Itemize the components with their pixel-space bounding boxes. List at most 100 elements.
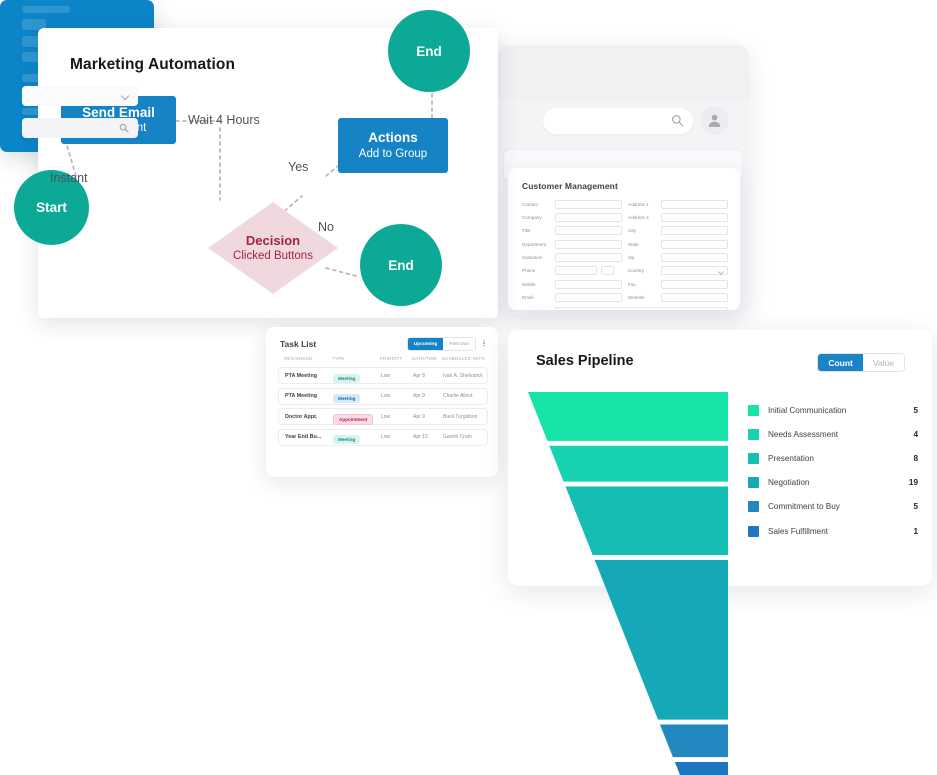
field-city: City bbox=[628, 226, 728, 236]
legend-item[interactable]: Sales Fulfillment 1 bbox=[748, 519, 918, 543]
legend-item[interactable]: Presentation 8 bbox=[748, 446, 918, 470]
sidebar-search-input[interactable] bbox=[22, 118, 138, 138]
table-row[interactable]: PTA Meeting Meeting Low Apr 8 Ivan A. Sh… bbox=[278, 367, 488, 384]
field-label: State bbox=[628, 241, 639, 247]
title-input[interactable] bbox=[555, 226, 622, 236]
global-search-input[interactable] bbox=[543, 108, 693, 134]
funnel-segment[interactable] bbox=[565, 486, 728, 555]
browser-topbar bbox=[497, 45, 749, 100]
cell-scheduled-with: Buck Turgidson bbox=[443, 413, 478, 420]
legend-swatch bbox=[748, 452, 759, 464]
field-label: Company bbox=[522, 214, 542, 220]
cell-regarding: Doctor Appt. bbox=[285, 413, 318, 420]
funnel-segment[interactable] bbox=[528, 392, 728, 441]
mobile-input[interactable] bbox=[555, 279, 622, 289]
legend-swatch bbox=[748, 501, 759, 513]
column-header-regarding: REGARDING bbox=[284, 356, 313, 361]
salutation-input[interactable] bbox=[555, 253, 622, 263]
legend-value: 19 bbox=[908, 478, 918, 488]
column-header-scheduled-with: SCHEDULED WITH bbox=[442, 356, 485, 361]
legend-label: Needs Assessment bbox=[768, 429, 839, 439]
node-label: Start bbox=[36, 200, 67, 215]
user-avatar[interactable] bbox=[700, 106, 729, 135]
flow-node-end-top[interactable]: End bbox=[388, 10, 470, 92]
status-badge: Meeting bbox=[333, 435, 361, 445]
legend-item[interactable]: Commitment to Buy 5 bbox=[748, 495, 918, 519]
field-label: Fax bbox=[628, 281, 636, 287]
funnel-segment[interactable] bbox=[594, 559, 728, 720]
task-table-body: PTA Meeting Meeting Low Apr 8 Ivan A. Sh… bbox=[278, 367, 488, 449]
cell-date: Apr 9 bbox=[413, 393, 425, 400]
field-label: City bbox=[628, 228, 636, 234]
legend-value: 5 bbox=[913, 405, 918, 415]
node-subtitle: Add to Group bbox=[358, 147, 428, 160]
tab-value[interactable]: Value bbox=[862, 354, 904, 371]
legend-value: 5 bbox=[913, 502, 918, 512]
tab-count[interactable]: Count bbox=[818, 354, 863, 371]
legend-item[interactable]: Needs Assessment 4 bbox=[748, 422, 918, 446]
task-filter-toggle: Upcoming Past Due bbox=[406, 337, 476, 351]
field-label: Email bbox=[522, 295, 534, 301]
company-input[interactable] bbox=[555, 212, 622, 222]
table-row[interactable]: Year End Bu... Meeting Low Apr 15 Gareth… bbox=[278, 428, 488, 446]
state-input[interactable] bbox=[661, 239, 728, 249]
pipeline-legend: Initial Communication 5 Needs Assessment 4 P… bbox=[748, 398, 918, 543]
placeholder-bar-5 bbox=[22, 74, 44, 82]
collage-stage: Customer Management Contact Company Titl… bbox=[0, 0, 937, 775]
page-title: Marketing Automation bbox=[70, 56, 236, 73]
table-row[interactable]: PTA Meeting Meeting Low Apr 9 Charlie Al… bbox=[278, 387, 488, 405]
column-header-type: TYPE bbox=[332, 356, 345, 361]
website-input[interactable] bbox=[661, 293, 728, 303]
cell-date: Apr 8 bbox=[413, 372, 425, 379]
phone-ext-input[interactable] bbox=[601, 266, 614, 276]
table-row[interactable]: Doctor Appt. Appointment Low Apr 9 Buck … bbox=[278, 408, 488, 426]
flow-node-end-bottom[interactable]: End bbox=[360, 224, 442, 306]
node-text: Decision Clicked Buttons bbox=[208, 202, 338, 294]
node-title: Decision bbox=[245, 232, 301, 248]
field-email: Email bbox=[522, 293, 622, 303]
flow-node-decision[interactable]: Decision Clicked Buttons bbox=[208, 202, 338, 294]
sales-pipeline-card: Sales Pipeline Count Value Initial Commu… bbox=[508, 330, 932, 775]
customer-management-card: Customer Management Contact Company Titl… bbox=[508, 168, 740, 310]
status-badge: Appointment bbox=[333, 413, 374, 425]
tab-past-due[interactable]: Past Due bbox=[443, 338, 475, 350]
field-state: State bbox=[628, 239, 728, 249]
field-label: Mobile bbox=[522, 281, 536, 287]
cell-type: Meeting bbox=[333, 428, 381, 446]
phone-input[interactable] bbox=[555, 266, 597, 276]
funnel-chart bbox=[528, 392, 728, 775]
legend-swatch bbox=[748, 477, 759, 489]
country-select[interactable] bbox=[661, 266, 728, 276]
cell-type: Meeting bbox=[333, 387, 381, 405]
task-list-title: Task List bbox=[280, 339, 317, 349]
field-address-1: Address 1 bbox=[628, 199, 728, 209]
field-last-results: Last Results bbox=[522, 306, 728, 310]
field-label: Phone bbox=[522, 268, 536, 274]
last-results-select[interactable] bbox=[555, 306, 728, 310]
field-country: Country bbox=[628, 266, 728, 276]
contact-input[interactable] bbox=[555, 199, 622, 209]
cell-regarding: PTA Meeting bbox=[285, 372, 318, 379]
cell-scheduled-with: Gareth Cram bbox=[443, 434, 472, 441]
field-label: Salutation bbox=[522, 255, 543, 261]
funnel-segment[interactable] bbox=[549, 445, 728, 482]
legend-item[interactable]: Negotiation 19 bbox=[748, 471, 918, 495]
tab-upcoming[interactable]: Upcoming bbox=[407, 338, 444, 350]
fax-input[interactable] bbox=[661, 279, 728, 289]
legend-item[interactable]: Initial Communication 5 bbox=[748, 398, 918, 422]
city-input[interactable] bbox=[661, 226, 728, 236]
department-input[interactable] bbox=[555, 239, 622, 249]
legend-label: Presentation bbox=[768, 453, 814, 463]
legend-label: Commitment to Buy bbox=[768, 502, 840, 512]
legend-value: 4 bbox=[913, 429, 918, 439]
sidebar-select[interactable] bbox=[22, 86, 138, 106]
zip-input[interactable] bbox=[661, 253, 728, 263]
funnel-segment[interactable] bbox=[659, 724, 728, 758]
flow-node-actions[interactable]: Actions Add to Group bbox=[338, 118, 448, 173]
email-input[interactable] bbox=[555, 293, 622, 303]
field-label: Last Results bbox=[522, 309, 555, 311]
kebab-menu-icon[interactable] bbox=[480, 337, 488, 349]
address-2-input[interactable] bbox=[661, 212, 728, 222]
address-1-input[interactable] bbox=[661, 199, 728, 209]
funnel-segment[interactable] bbox=[674, 762, 728, 775]
